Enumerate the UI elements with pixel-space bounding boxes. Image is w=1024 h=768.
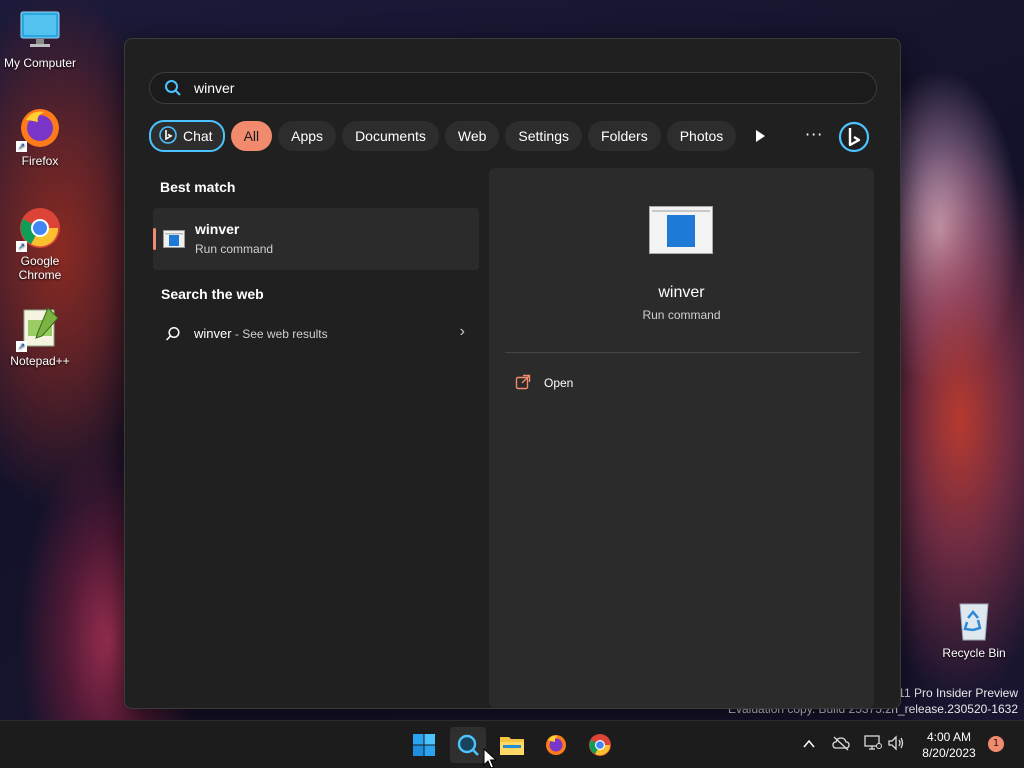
chevron-right-icon: › [459,323,465,340]
search-box[interactable] [149,72,877,104]
run-command-large-icon [649,206,713,254]
taskbar-search-button[interactable] [450,727,486,763]
run-command-icon [163,230,185,248]
notepadpp-icon: ↗ [16,306,62,352]
onedrive-offline-icon[interactable] [832,735,850,755]
web-result-text: winver - See web results [194,326,328,341]
desktop-icon-my-computer[interactable]: My Computer [0,8,80,70]
open-action-label: Open [544,376,574,390]
desktop-icon-label: Firefox [21,154,59,168]
notification-badge[interactable]: 1 [988,736,1004,752]
chip-all[interactable]: All [230,121,273,151]
chrome-taskbar-button[interactable] [582,727,618,763]
chip-apps[interactable]: Apps [278,121,337,151]
detail-title: winver [658,284,705,301]
desktop-icon-label: Google Chrome [18,254,62,282]
clock-time: 4:00 AM [926,730,972,744]
open-external-icon [515,374,531,393]
desktop-icon-label: Notepad++ [10,354,70,368]
best-match-result[interactable]: winver Run command [153,208,479,270]
best-match-heading: Best match [160,179,236,195]
chip-folders[interactable]: Folders [588,121,661,151]
start-button[interactable] [406,727,442,763]
search-input[interactable] [192,76,796,100]
shortcut-arrow-icon: ↗ [16,341,27,352]
start-search-panel: Chat All Apps Documents Web Settings Fol… [124,38,901,709]
firefox-icon: ↗ [16,106,62,152]
clock-date: 8/20/2023 [922,746,976,760]
desktop-icon-firefox[interactable]: ↗ Firefox [0,106,80,168]
detail-subtitle: Run command [642,308,721,322]
file-explorer-button[interactable] [494,727,530,763]
result-detail-pane: winver Run command Open [489,168,874,708]
desktop-icon-label: My Computer [3,56,77,70]
desktop-icon-label: Recycle Bin [942,646,1006,660]
filter-chips: Chat All Apps Documents Web Settings Fol… [149,120,737,152]
desktop-icon-notepadpp[interactable]: ↗ Notepad++ [0,306,80,368]
show-hidden-icons-chevron-icon[interactable] [802,736,816,755]
chip-label: Chat [183,128,213,144]
search-icon [165,326,181,347]
chip-web[interactable]: Web [444,121,500,151]
taskbar: 4:00 AM 8/20/2023 1 [0,720,1024,768]
mouse-cursor-icon [483,747,498,768]
web-search-result[interactable]: winver - See web results › [165,323,465,345]
volume-icon[interactable] [888,735,906,755]
taskbar-clock[interactable]: 4:00 AM 8/20/2023 [918,729,980,761]
bing-chat-icon [159,125,177,147]
chrome-icon: ↗ [16,206,62,252]
best-match-title: winver [195,221,240,237]
network-icon[interactable] [864,734,882,756]
bing-icon[interactable] [838,121,870,157]
selection-indicator [153,228,156,250]
computer-icon [18,8,62,52]
best-match-subtitle: Run command [195,242,274,256]
chip-documents[interactable]: Documents [342,121,439,151]
desktop-icon-recycle-bin[interactable]: Recycle Bin [934,598,1014,660]
web-result-query: winver [194,326,232,341]
search-web-heading: Search the web [161,286,264,302]
chip-photos[interactable]: Photos [666,121,737,151]
firefox-taskbar-button[interactable] [538,727,574,763]
search-icon [164,79,182,101]
divider [505,352,860,353]
recycle-bin-icon [952,598,996,642]
chip-settings[interactable]: Settings [505,121,583,151]
desktop-icon-chrome[interactable]: ↗ Google Chrome [0,206,80,282]
shortcut-arrow-icon: ↗ [16,241,27,252]
scroll-filters-right-icon[interactable] [753,128,767,147]
web-result-suffix: - See web results [231,327,328,341]
chip-chat[interactable]: Chat [149,120,225,152]
shortcut-arrow-icon: ↗ [16,141,27,152]
more-options-button[interactable]: ··· [805,125,823,144]
